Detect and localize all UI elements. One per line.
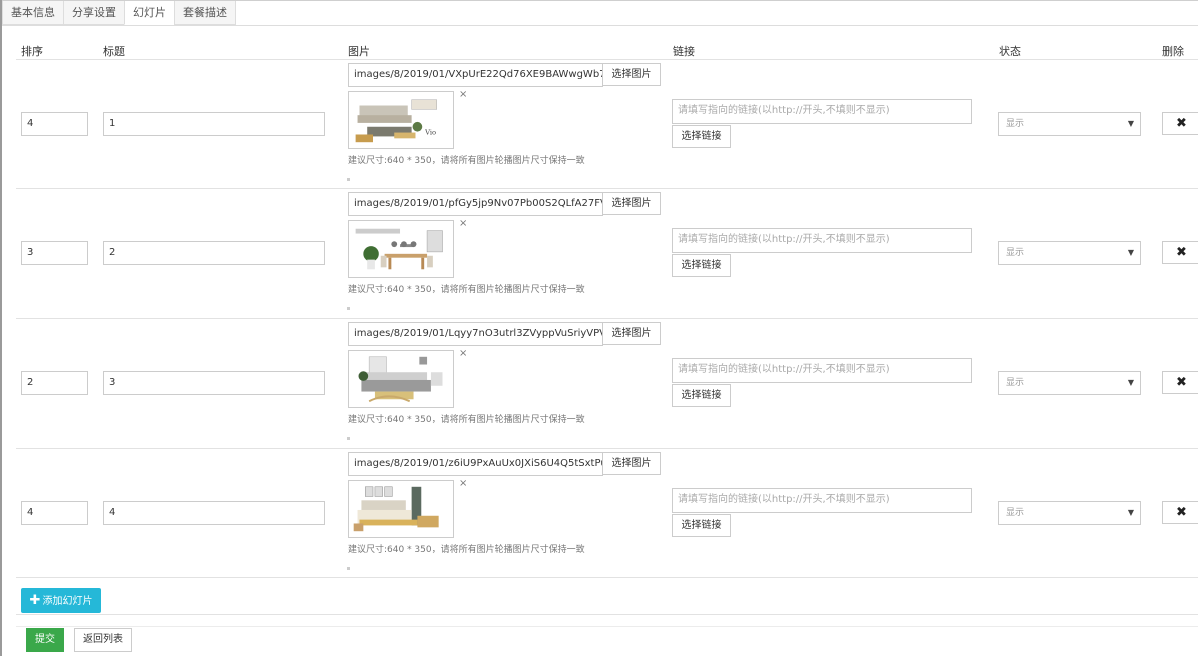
link-input[interactable]: 请填写指向的链接(以http://开头,不填则不显示)	[672, 228, 972, 253]
row-divider	[16, 188, 1198, 189]
svg-text:Vio: Vio	[424, 128, 436, 136]
image-path-input[interactable]: images/8/2019/01/z6iU9PxAuUx0JXiS6U4Q5tS…	[348, 452, 603, 476]
tab-0[interactable]: 基本信息	[2, 1, 64, 25]
order-input[interactable]: 3	[21, 241, 88, 265]
image-dot	[347, 178, 350, 181]
status-select-value: 显示	[1006, 248, 1025, 258]
image-path-input[interactable]: images/8/2019/01/pfGy5jp9Nv07Pb00S2QLfA2…	[348, 192, 603, 216]
column-header-delete: 删除	[1162, 45, 1184, 58]
plus-icon: ✚	[29, 593, 41, 608]
title-input[interactable]: 3	[103, 371, 325, 395]
choose-link-button[interactable]: 选择链接	[672, 384, 731, 407]
image-dot	[347, 437, 350, 440]
bedroom-thumbnail	[348, 350, 454, 408]
title-input[interactable]: 1	[103, 112, 325, 136]
column-header-title: 标题	[103, 45, 125, 58]
column-header-link: 链接	[673, 45, 695, 58]
tab-1[interactable]: 分享设置	[63, 1, 125, 25]
column-header-image: 图片	[348, 45, 370, 58]
delete-slide-button[interactable]: ✖	[1162, 241, 1198, 264]
image-size-hint: 建议尺寸:640 * 350，请将所有图片轮播图片尺寸保持一致	[348, 285, 585, 295]
image-dot	[347, 307, 350, 310]
link-input[interactable]: 请填写指向的链接(以http://开头,不填则不显示)	[672, 488, 972, 513]
status-select-value: 显示	[1006, 378, 1025, 388]
row-divider	[16, 448, 1198, 449]
image-path-input[interactable]: images/8/2019/01/VXpUrE22Qd76XE9BAWwgWb7…	[348, 63, 603, 87]
back-to-list-button[interactable]: 返回列表	[74, 628, 132, 652]
tab-bar: 基本信息 分享设置 幻灯片 套餐描述	[2, 1, 236, 25]
order-input[interactable]: 2	[21, 371, 88, 395]
status-select[interactable]: 显示 ▼	[998, 241, 1141, 265]
row-divider	[16, 577, 1198, 578]
choose-image-button[interactable]: 选择图片	[602, 452, 661, 475]
status-select-value: 显示	[1006, 508, 1025, 518]
chevron-down-icon: ▼	[1127, 378, 1134, 387]
remove-image-icon[interactable]: ×	[459, 348, 467, 359]
choose-link-button[interactable]: 选择链接	[672, 125, 731, 148]
row-divider	[16, 318, 1198, 319]
chevron-down-icon: ▼	[1127, 248, 1134, 257]
status-select[interactable]: 显示 ▼	[998, 501, 1141, 525]
status-select-value: 显示	[1006, 119, 1025, 129]
choose-image-button[interactable]: 选择图片	[602, 63, 661, 86]
chevron-down-icon: ▼	[1127, 119, 1134, 128]
title-input[interactable]: 4	[103, 501, 325, 525]
remove-image-icon[interactable]: ×	[459, 478, 467, 489]
remove-image-icon[interactable]: ×	[459, 218, 467, 229]
tab-2[interactable]: 幻灯片	[124, 1, 175, 25]
link-input[interactable]: 请填写指向的链接(以http://开头,不填则不显示)	[672, 99, 972, 124]
choose-image-button[interactable]: 选择图片	[602, 192, 661, 215]
chevron-down-icon: ▼	[1127, 508, 1134, 517]
delete-slide-button[interactable]: ✖	[1162, 112, 1198, 135]
image-path-input[interactable]: images/8/2019/01/Lqyy7nO3utrl3ZVyppVuSri…	[348, 322, 603, 346]
column-header-order: 排序	[21, 45, 43, 58]
submit-button[interactable]: 提交	[26, 628, 64, 652]
order-input[interactable]: 4	[21, 501, 88, 525]
title-input[interactable]: 2	[103, 241, 325, 265]
image-size-hint: 建议尺寸:640 * 350，请将所有图片轮播图片尺寸保持一致	[348, 415, 585, 425]
delete-slide-button[interactable]: ✖	[1162, 501, 1198, 524]
image-size-hint: 建议尺寸:640 * 350，请将所有图片轮播图片尺寸保持一致	[348, 545, 585, 555]
bed-thumbnail	[348, 480, 454, 538]
tab-3[interactable]: 套餐描述	[174, 1, 236, 25]
living-room-thumbnail: Vio	[348, 91, 454, 149]
dining-room-thumbnail	[348, 220, 454, 278]
remove-image-icon[interactable]: ×	[459, 89, 467, 100]
link-input[interactable]: 请填写指向的链接(以http://开头,不填则不显示)	[672, 358, 972, 383]
order-input[interactable]: 4	[21, 112, 88, 136]
status-select[interactable]: 显示 ▼	[998, 371, 1141, 395]
column-header-status: 状态	[999, 45, 1021, 58]
choose-image-button[interactable]: 选择图片	[602, 322, 661, 345]
row-divider	[16, 59, 1198, 60]
choose-link-button[interactable]: 选择链接	[672, 514, 731, 537]
choose-link-button[interactable]: 选择链接	[672, 254, 731, 277]
image-size-hint: 建议尺寸:640 * 350，请将所有图片轮播图片尺寸保持一致	[348, 156, 585, 166]
status-select[interactable]: 显示 ▼	[998, 112, 1141, 136]
delete-slide-button[interactable]: ✖	[1162, 371, 1198, 394]
image-dot	[347, 567, 350, 570]
add-slide-button[interactable]: ✚ 添加幻灯片	[21, 588, 101, 613]
